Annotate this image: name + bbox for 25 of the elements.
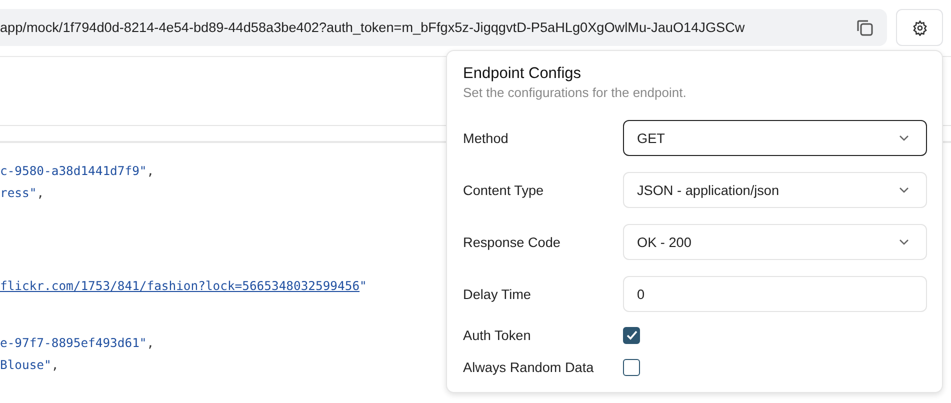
checkbox[interactable] (623, 326, 640, 344)
url-text: app/mock/1f794d0d-8214-4e54-bd89-44d58a3be402?auth_token=m_bFfgx5z-JigqgvtD-P5aHLg0XgOwlMu-JauO14JGSCw (0, 20, 745, 35)
url-field[interactable]: app/mock/1f794d0d-8214-4e54-bd89-44d58a3be402?auth_token=m_bFfgx5z-JigqgvtD-P5aHLg0XgOwlMu-JauO14JGSCw (0, 9, 887, 46)
code-link[interactable]: flickr.com/1753/841/fashion?lock=5665348032599456 (0, 279, 360, 293)
code-text: c-9580-a38d1441d7f9", (0, 164, 154, 178)
field-label: Method (463, 130, 510, 146)
input-field[interactable]: 0 (623, 276, 927, 312)
field-label: Auth Token (463, 328, 532, 342)
popover-title: Endpoint Configs (463, 65, 582, 83)
select-field[interactable]: OK - 200 (623, 224, 927, 260)
field-label: Content Type (463, 182, 545, 198)
select-field[interactable]: JSON - application/json (623, 172, 927, 208)
checkbox[interactable] (623, 358, 640, 376)
settings-icon (912, 20, 928, 36)
code-text: e-97f7-8895ef493d61", (0, 336, 154, 350)
code-text: Blouse", (0, 358, 59, 372)
field-label: Response Code (463, 234, 562, 250)
settings-button[interactable] (896, 9, 943, 46)
field-label: Delay Time (463, 286, 532, 302)
code-text: ress", (0, 186, 44, 200)
code-text: " (360, 279, 367, 293)
popover-subtitle: Set the configurations for the endpoint. (463, 85, 688, 100)
select-field[interactable]: GET (623, 120, 927, 156)
field-label: Always Random Data (463, 360, 595, 374)
copy-icon[interactable] (855, 18, 875, 38)
